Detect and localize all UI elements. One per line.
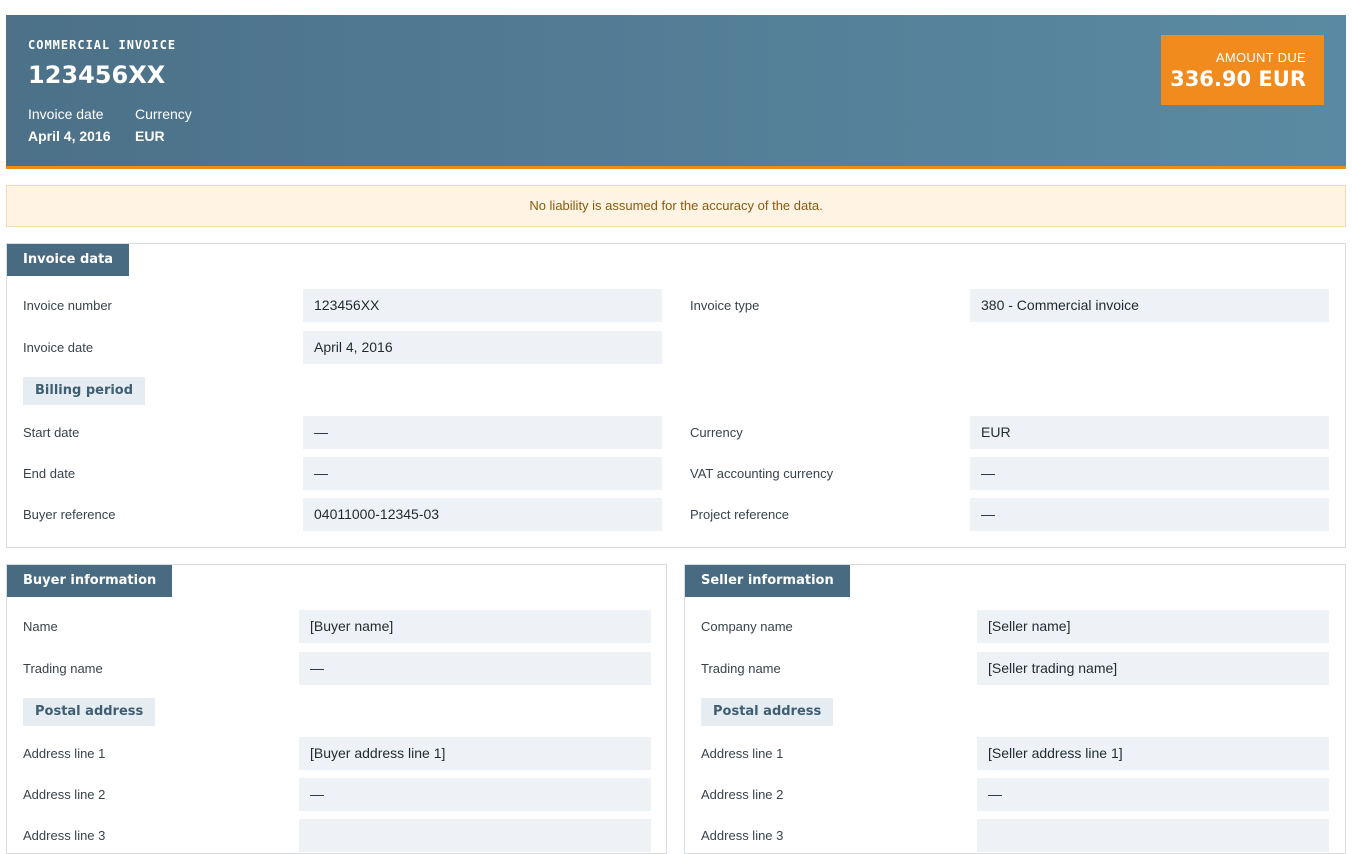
invoice-date-row: Invoice date April 4, 2016 (23, 331, 663, 364)
seller-address2-label: Address line 2 (701, 787, 784, 802)
seller-trading-name-row: Trading name [Seller trading name] (701, 652, 1331, 685)
invoice-header: COMMERCIAL INVOICE 123456XX Invoice date… (6, 15, 1346, 169)
currency-row: Currency EUR (690, 416, 1330, 449)
buyer-trading-name-row: Trading name — (23, 652, 653, 685)
buyer-address2-label: Address line 2 (23, 787, 106, 802)
buyer-information-card: Buyer information Name [Buyer name] Trad… (6, 564, 667, 854)
buyer-trading-name-value: — (299, 652, 651, 685)
buyer-address1-value: [Buyer address line 1] (299, 737, 651, 770)
invoice-data-card: Invoice data Invoice number 123456XX Inv… (6, 243, 1346, 548)
header-invoice-date-value: April 4, 2016 (28, 128, 111, 144)
header-currency-value: EUR (135, 128, 165, 144)
invoice-type-row: Invoice type 380 - Commercial invoice (690, 289, 1330, 322)
start-date-label: Start date (23, 425, 80, 440)
vat-currency-row: VAT accounting currency — (690, 457, 1330, 490)
buyer-trading-name-label: Trading name (23, 661, 103, 676)
buyer-name-row: Name [Buyer name] (23, 610, 653, 643)
buyer-address1-row: Address line 1 [Buyer address line 1] (23, 737, 653, 770)
end-date-row: End date — (23, 457, 663, 490)
header-invoice-date-label: Invoice date (28, 106, 104, 122)
amount-due-box: AMOUNT DUE 336.90 EUR (1161, 35, 1324, 105)
currency-value: EUR (970, 416, 1329, 449)
buyer-information-title: Buyer information (7, 565, 173, 597)
seller-company-name-value: [Seller name] (977, 610, 1329, 643)
seller-trading-name-label: Trading name (701, 661, 781, 676)
buyer-name-value: [Buyer name] (299, 610, 651, 643)
vat-currency-label: VAT accounting currency (690, 466, 834, 481)
header-currency-label: Currency (135, 106, 192, 122)
seller-company-name-row: Company name [Seller name] (701, 610, 1331, 643)
invoice-date-label: Invoice date (23, 340, 94, 355)
seller-address2-value: — (977, 778, 1329, 811)
buyer-address3-value (299, 819, 651, 852)
buyer-postal-address-subheading: Postal address (23, 698, 156, 726)
seller-information-title: Seller information (685, 565, 850, 597)
buyer-address1-label: Address line 1 (23, 746, 106, 761)
buyer-address3-label: Address line 3 (23, 828, 106, 843)
header-currency: Currency EUR (135, 106, 192, 144)
buyer-reference-row: Buyer reference 04011000-12345-03 (23, 498, 663, 531)
buyer-reference-label: Buyer reference (23, 507, 116, 522)
buyer-name-label: Name (23, 619, 58, 634)
invoice-data-title: Invoice data (7, 244, 130, 276)
seller-address1-value: [Seller address line 1] (977, 737, 1329, 770)
invoice-date-value: April 4, 2016 (303, 331, 662, 364)
end-date-label: End date (23, 466, 76, 481)
invoice-type-value: 380 - Commercial invoice (970, 289, 1329, 322)
buyer-address2-row: Address line 2 — (23, 778, 653, 811)
vat-currency-value: — (970, 457, 1329, 490)
amount-due-label: AMOUNT DUE (1215, 50, 1306, 65)
buyer-address3-row: Address line 3 (23, 819, 653, 852)
header-invoice-number: 123456XX (28, 61, 166, 89)
header-invoice-date: Invoice date April 4, 2016 (28, 106, 111, 144)
buyer-reference-value: 04011000-12345-03 (303, 498, 662, 531)
buyer-address2-value: — (299, 778, 651, 811)
seller-trading-name-value: [Seller trading name] (977, 652, 1329, 685)
seller-information-card: Seller information Company name [Seller … (684, 564, 1346, 854)
seller-postal-address-subheading: Postal address (701, 698, 834, 726)
invoice-number-row: Invoice number 123456XX (23, 289, 663, 322)
project-reference-value: — (970, 498, 1329, 531)
seller-address3-value (977, 819, 1329, 852)
invoice-number-value: 123456XX (303, 289, 662, 322)
start-date-value: — (303, 416, 662, 449)
start-date-row: Start date — (23, 416, 663, 449)
liability-notice: No liability is assumed for the accuracy… (6, 185, 1346, 227)
amount-due-value: 336.90 EUR (1170, 67, 1306, 91)
invoice-type-label: Invoice type (690, 298, 760, 313)
billing-period-subheading: Billing period (23, 377, 146, 405)
project-reference-label: Project reference (690, 507, 789, 522)
seller-address2-row: Address line 2 — (701, 778, 1331, 811)
document-type: COMMERCIAL INVOICE (28, 38, 177, 52)
currency-label: Currency (690, 425, 743, 440)
invoice-number-label: Invoice number (23, 298, 112, 313)
end-date-value: — (303, 457, 662, 490)
seller-address1-label: Address line 1 (701, 746, 784, 761)
seller-address1-row: Address line 1 [Seller address line 1] (701, 737, 1331, 770)
project-reference-row: Project reference — (690, 498, 1330, 531)
seller-company-name-label: Company name (701, 619, 793, 634)
seller-address3-label: Address line 3 (701, 828, 784, 843)
seller-address3-row: Address line 3 (701, 819, 1331, 852)
